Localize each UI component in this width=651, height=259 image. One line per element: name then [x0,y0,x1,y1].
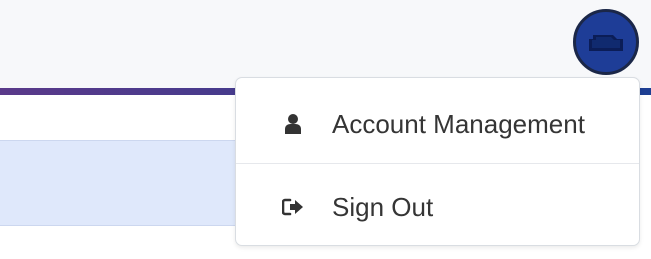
sign-out-icon [281,195,305,219]
menu-divider [236,163,639,164]
user-avatar-button[interactable] [573,9,639,75]
account-management-label: Account Management [332,109,585,139]
account-dropdown-menu: Account Management Sign Out [235,77,640,246]
sign-out-menu-item[interactable]: Sign Out [236,166,639,248]
user-icon [281,112,305,136]
account-management-menu-item[interactable]: Account Management [236,83,639,165]
top-navigation-bar [0,0,651,88]
user-avatar-icon [589,35,623,51]
sign-out-label: Sign Out [332,192,434,222]
content-panel [0,140,245,226]
